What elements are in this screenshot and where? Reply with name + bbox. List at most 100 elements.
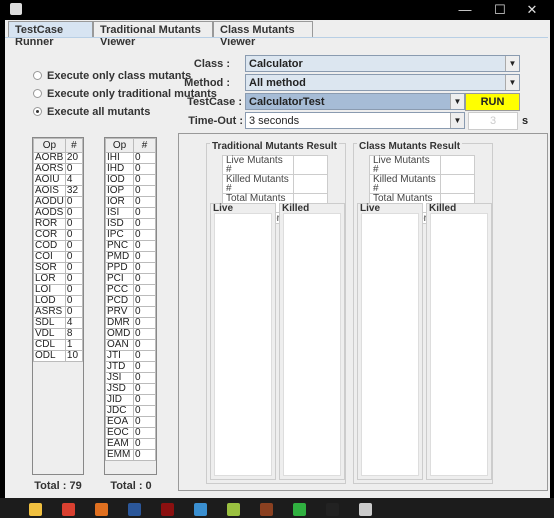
- chevron-down-icon[interactable]: ▼: [450, 113, 464, 128]
- table-row[interactable]: JSI 0: [105, 372, 156, 384]
- acrobat-icon[interactable]: [161, 503, 174, 516]
- table-row[interactable]: AORB 20: [33, 152, 84, 164]
- stat-value: [440, 155, 475, 175]
- table-row[interactable]: PNC 0: [105, 240, 156, 252]
- radio-option[interactable]: Execute all mutants: [33, 106, 150, 118]
- mutant-count: 32: [64, 185, 84, 197]
- maximize-button[interactable]: ☐: [490, 2, 510, 18]
- table-row[interactable]: ISD 0: [105, 218, 156, 230]
- game-icon[interactable]: [260, 503, 273, 516]
- killed-list-box[interactable]: [430, 213, 488, 476]
- table-row[interactable]: EOA 0: [105, 416, 156, 428]
- table-row[interactable]: AOIS 32: [33, 185, 84, 197]
- table-row[interactable]: CDL 1: [33, 339, 84, 351]
- table-row[interactable]: PPD 0: [105, 262, 156, 274]
- firefox-icon[interactable]: [95, 503, 108, 516]
- table-row[interactable]: EAM 0: [105, 438, 156, 450]
- chevron-down-icon[interactable]: ▼: [450, 94, 464, 109]
- chevron-down-icon[interactable]: ▼: [505, 56, 519, 71]
- mutant-count: 0: [133, 251, 156, 263]
- operator-name: EOC: [105, 427, 134, 439]
- java-icon[interactable]: [359, 503, 372, 516]
- table-row[interactable]: IOR 0: [105, 196, 156, 208]
- table-row[interactable]: COI 0: [33, 251, 84, 263]
- table-row[interactable]: JTI 0: [105, 350, 156, 362]
- table-row[interactable]: DMR 0: [105, 317, 156, 329]
- timeout-combo[interactable]: 3 seconds ▼: [245, 112, 465, 129]
- traditional-total: Total : 79: [34, 480, 82, 492]
- table-row[interactable]: LOD 0: [33, 295, 84, 307]
- killed-list-box[interactable]: [283, 213, 341, 476]
- table-row[interactable]: AORS 0: [33, 163, 84, 175]
- table-row[interactable]: ODL 10: [33, 350, 84, 362]
- operator-name: PMD: [105, 251, 134, 263]
- results-panel: Traditional Mutants Result Live Mutants #…: [178, 133, 548, 491]
- operator-name: AOIU: [33, 174, 66, 186]
- table-row[interactable]: ISI 0: [105, 207, 156, 219]
- column-header: Op: [105, 138, 134, 153]
- tab-traditional-mutants-viewer[interactable]: Traditional Mutants Viewer: [93, 21, 213, 48]
- tab-testcase-runner[interactable]: TestCase Runner: [8, 21, 93, 48]
- radio-button-icon[interactable]: [33, 107, 42, 116]
- table-row[interactable]: EMM 0: [105, 449, 156, 461]
- table-row[interactable]: AODS 0: [33, 207, 84, 219]
- table-row[interactable]: SOR 0: [33, 262, 84, 274]
- table-row[interactable]: IPC 0: [105, 229, 156, 241]
- word-icon[interactable]: [128, 503, 141, 516]
- run-button[interactable]: RUN: [465, 93, 520, 111]
- table-row[interactable]: VDL 8: [33, 328, 84, 340]
- table-row[interactable]: PCI 0: [105, 273, 156, 285]
- mutant-count: 0: [133, 218, 156, 230]
- table-row[interactable]: PCD 0: [105, 295, 156, 307]
- column-header: Op: [33, 138, 66, 153]
- timeout-spinner[interactable]: 3: [468, 112, 518, 130]
- table-row[interactable]: AODU 0: [33, 196, 84, 208]
- table-row[interactable]: LOI 0: [33, 284, 84, 296]
- table-row[interactable]: JID 0: [105, 394, 156, 406]
- table-row[interactable]: JTD 0: [105, 361, 156, 373]
- table-row[interactable]: SDL 4: [33, 317, 84, 329]
- method-combo[interactable]: All method ▼: [245, 74, 520, 91]
- operator-name: OAN: [105, 339, 134, 351]
- notepad-icon[interactable]: [227, 503, 240, 516]
- table-row[interactable]: LOR 0: [33, 273, 84, 285]
- table-row[interactable]: JSD 0: [105, 383, 156, 395]
- table-row[interactable]: PRV 0: [105, 306, 156, 318]
- table-row[interactable]: OAN 0: [105, 339, 156, 351]
- file-explorer-icon[interactable]: [29, 503, 42, 516]
- table-row[interactable]: EOC 0: [105, 427, 156, 439]
- table-row[interactable]: IHD 0: [105, 163, 156, 175]
- table-row[interactable]: ASRS 0: [33, 306, 84, 318]
- tab-class-mutants-viewer[interactable]: Class Mutants Viewer: [213, 21, 313, 48]
- radio-option[interactable]: Execute only class mutants: [33, 70, 191, 82]
- mutant-count: 4: [64, 317, 84, 329]
- table-row[interactable]: AOIU 4: [33, 174, 84, 186]
- table-row[interactable]: COR 0: [33, 229, 84, 241]
- table-row[interactable]: PCC 0: [105, 284, 156, 296]
- table-row[interactable]: OMD 0: [105, 328, 156, 340]
- testcase-combo[interactable]: CalculatorTest ▼: [245, 93, 465, 110]
- operator-name: JDC: [105, 405, 134, 417]
- mutant-count: 0: [133, 273, 156, 285]
- chevron-down-icon[interactable]: ▼: [505, 75, 519, 90]
- chrome-icon[interactable]: [62, 503, 75, 516]
- operator-name: ASRS: [33, 306, 66, 318]
- close-button[interactable]: ✕: [522, 2, 542, 18]
- class-combo[interactable]: Calculator ▼: [245, 55, 520, 72]
- table-row[interactable]: ROR 0: [33, 218, 84, 230]
- live-list-box[interactable]: [361, 213, 419, 476]
- photos-icon[interactable]: [194, 503, 207, 516]
- wechat-icon[interactable]: [293, 503, 306, 516]
- table-row[interactable]: PMD 0: [105, 251, 156, 263]
- table-row[interactable]: COD 0: [33, 240, 84, 252]
- table-row[interactable]: IOP 0: [105, 185, 156, 197]
- radio-button-icon[interactable]: [33, 71, 42, 80]
- minimize-button[interactable]: —: [455, 2, 475, 17]
- table-row[interactable]: IOD 0: [105, 174, 156, 186]
- table-row[interactable]: IHI 0: [105, 152, 156, 164]
- operator-name: VDL: [33, 328, 66, 340]
- radio-button-icon[interactable]: [33, 89, 42, 98]
- table-row[interactable]: JDC 0: [105, 405, 156, 417]
- live-list-box[interactable]: [214, 213, 272, 476]
- terminal-icon[interactable]: [326, 503, 339, 516]
